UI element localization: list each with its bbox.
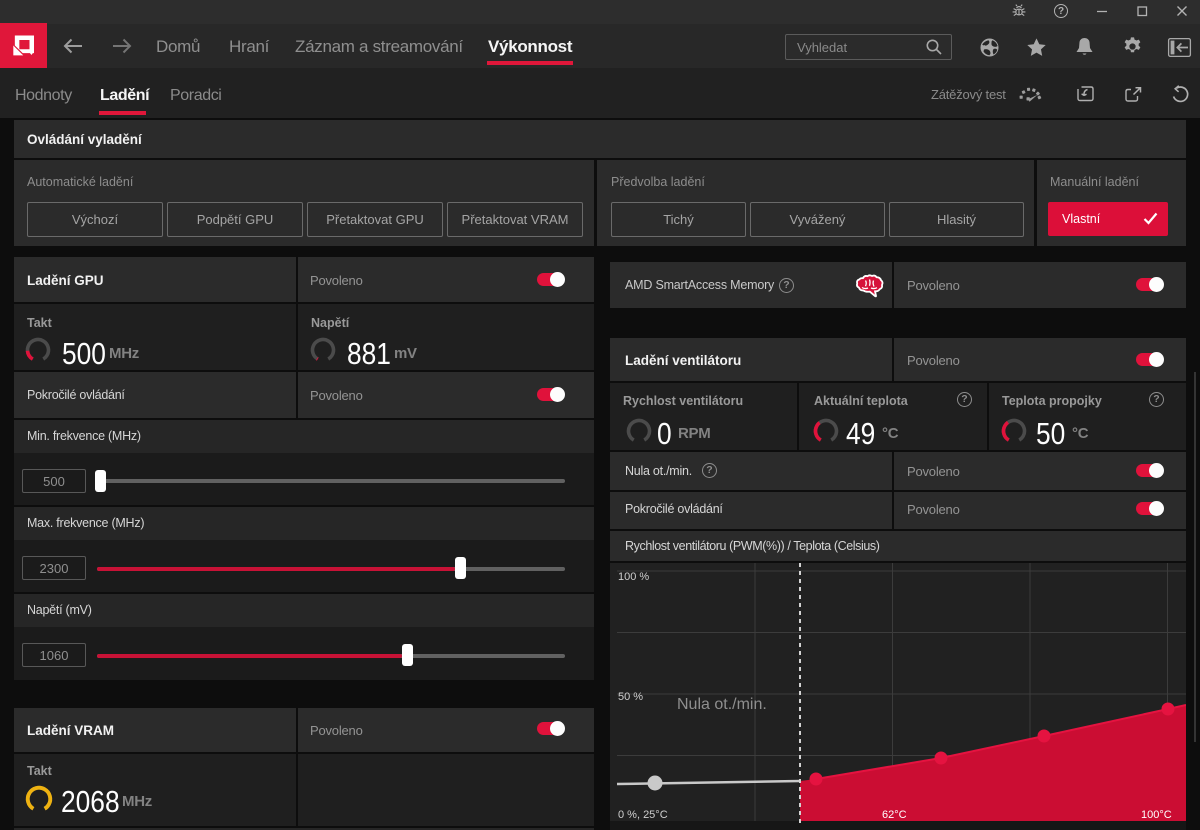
svg-text:Nula ot./min.: Nula ot./min.	[677, 696, 767, 713]
svg-text:0 %, 25°C: 0 %, 25°C	[618, 809, 668, 821]
svg-text:100°C: 100°C	[1141, 809, 1172, 821]
svg-text:62°C: 62°C	[882, 809, 907, 821]
svg-text:100 %: 100 %	[618, 571, 649, 583]
svg-text:50 %: 50 %	[618, 691, 643, 703]
